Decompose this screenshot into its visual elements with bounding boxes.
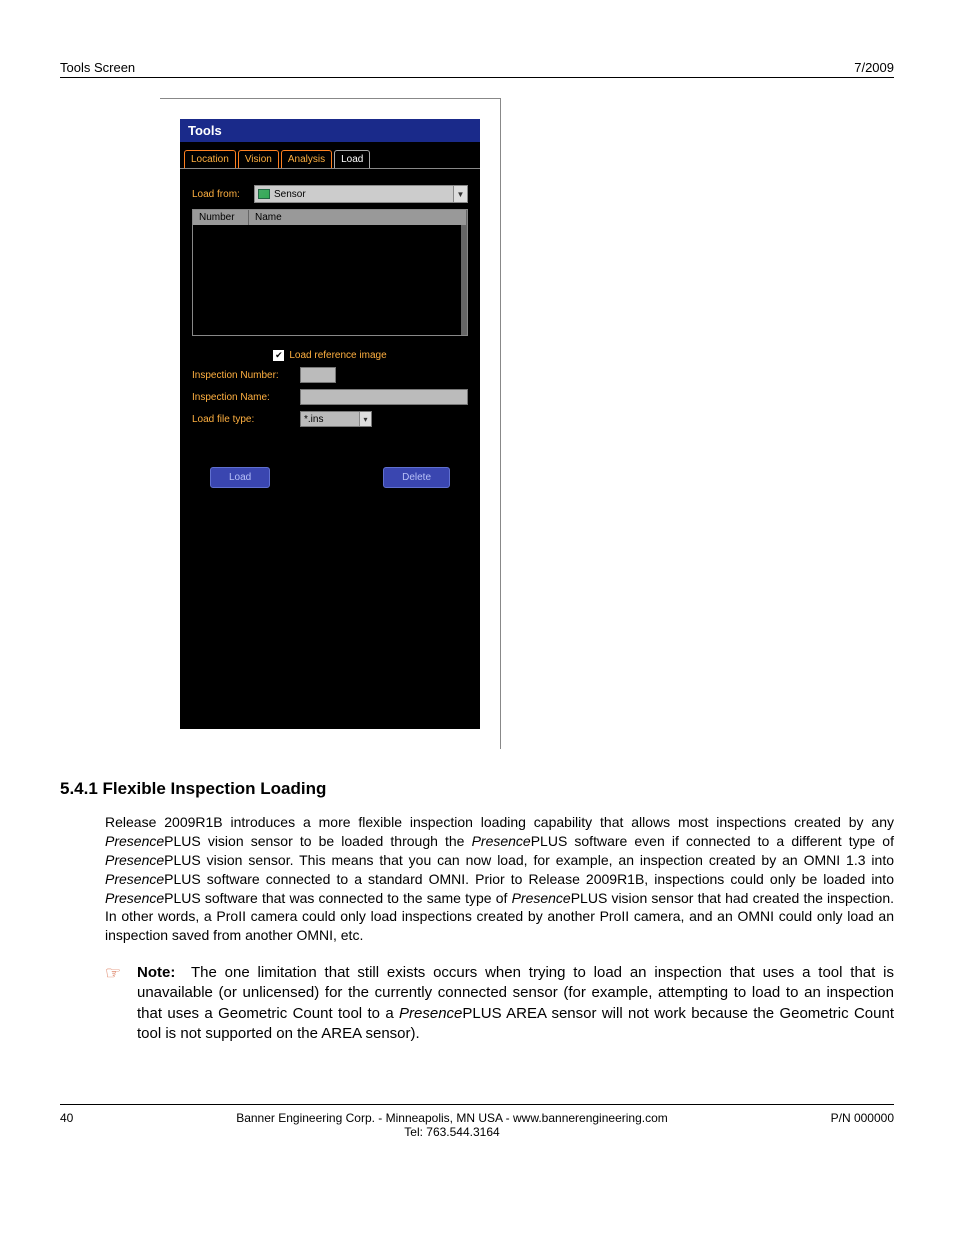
note-label: Note: bbox=[137, 964, 175, 981]
inspection-number-field[interactable] bbox=[300, 367, 336, 383]
load-button[interactable]: Load bbox=[210, 467, 270, 488]
load-from-label: Load from: bbox=[192, 189, 248, 200]
col-number[interactable]: Number bbox=[193, 210, 249, 225]
footer-page-number: 40 bbox=[60, 1111, 73, 1139]
screenshot-frame: Tools Location Vision Analysis Load Load… bbox=[160, 98, 501, 749]
note-block: ☞ Note: The one limitation that still ex… bbox=[60, 963, 894, 1044]
chevron-down-icon: ▼ bbox=[453, 186, 467, 202]
header-right: 7/2009 bbox=[854, 60, 894, 75]
section-heading: 5.4.1 Flexible Inspection Loading bbox=[60, 779, 894, 799]
tab-vision[interactable]: Vision bbox=[238, 150, 279, 168]
pointing-hand-icon: ☞ bbox=[105, 963, 127, 1044]
page-header: Tools Screen 7/2009 bbox=[60, 60, 894, 78]
delete-button[interactable]: Delete bbox=[383, 467, 450, 488]
sensor-icon bbox=[258, 189, 270, 199]
tab-location[interactable]: Location bbox=[184, 150, 236, 168]
body-paragraph: Release 2009R1B introduces a more flexib… bbox=[60, 813, 894, 945]
footer-part-number: P/N 000000 bbox=[831, 1111, 894, 1139]
tab-analysis[interactable]: Analysis bbox=[281, 150, 332, 168]
load-file-type-label: Load file type: bbox=[192, 414, 292, 425]
load-from-value: Sensor bbox=[274, 189, 306, 200]
inspection-name-field[interactable] bbox=[300, 389, 468, 405]
footer-company: Banner Engineering Corp. - Minneapolis, … bbox=[73, 1111, 830, 1125]
header-left: Tools Screen bbox=[60, 60, 135, 75]
inspection-number-label: Inspection Number: bbox=[192, 370, 292, 381]
chevron-down-icon: ▾ bbox=[359, 412, 371, 426]
load-reference-checkbox[interactable]: ✔ bbox=[273, 350, 284, 361]
inspection-table: Number Name bbox=[192, 209, 468, 336]
table-body[interactable] bbox=[193, 225, 467, 335]
load-file-type-value: *.ins bbox=[304, 414, 323, 425]
page-footer: 40 Banner Engineering Corp. - Minneapoli… bbox=[60, 1104, 894, 1139]
load-reference-label: Load reference image bbox=[289, 350, 386, 361]
load-from-dropdown[interactable]: Sensor ▼ bbox=[254, 185, 468, 203]
panel-title: Tools bbox=[180, 119, 480, 142]
footer-phone: Tel: 763.544.3164 bbox=[73, 1125, 830, 1139]
tab-load[interactable]: Load bbox=[334, 150, 370, 168]
tools-panel: Tools Location Vision Analysis Load Load… bbox=[180, 119, 480, 729]
tab-bar: Location Vision Analysis Load bbox=[180, 150, 480, 169]
inspection-name-label: Inspection Name: bbox=[192, 392, 292, 403]
load-file-type-dropdown[interactable]: *.ins ▾ bbox=[300, 411, 372, 427]
col-name[interactable]: Name bbox=[249, 210, 467, 225]
